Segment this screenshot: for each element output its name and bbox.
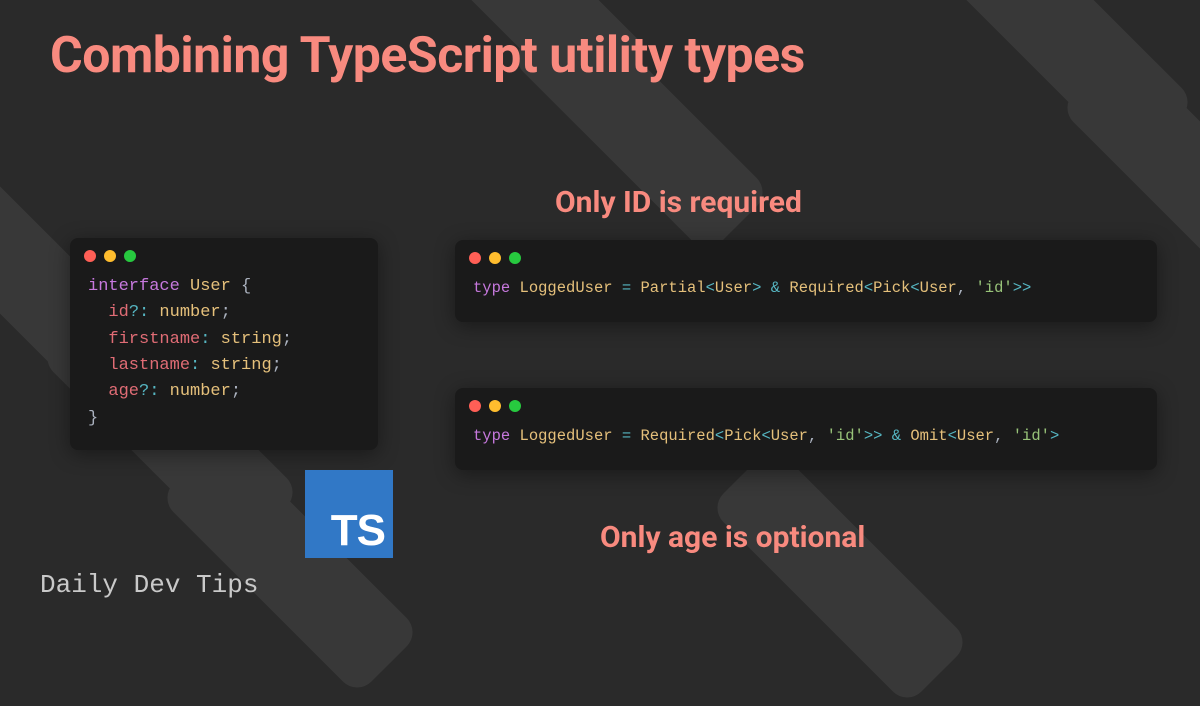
window-controls bbox=[455, 240, 1157, 270]
page-title: Combining TypeScript utility types bbox=[50, 28, 805, 86]
minimize-icon bbox=[104, 250, 116, 262]
maximize-icon bbox=[124, 250, 136, 262]
code-content: type LoggedUser = Required<Pick<User, 'i… bbox=[455, 418, 1157, 470]
close-icon bbox=[469, 400, 481, 412]
minimize-icon bbox=[489, 400, 501, 412]
minimize-icon bbox=[489, 252, 501, 264]
code-block-partial-required: type LoggedUser = Partial<User> & Requir… bbox=[455, 240, 1157, 322]
window-controls bbox=[455, 388, 1157, 418]
close-icon bbox=[84, 250, 96, 262]
code-content: interface User { id?: number; firstname:… bbox=[70, 268, 378, 450]
code-block-interface: interface User { id?: number; firstname:… bbox=[70, 238, 378, 450]
window-controls bbox=[70, 238, 378, 268]
label-only-id-required: Only ID is required bbox=[555, 185, 802, 220]
maximize-icon bbox=[509, 400, 521, 412]
maximize-icon bbox=[509, 252, 521, 264]
code-content: type LoggedUser = Partial<User> & Requir… bbox=[455, 270, 1157, 322]
close-icon bbox=[469, 252, 481, 264]
typescript-logo-icon: TS bbox=[305, 470, 393, 558]
label-only-age-optional: Only age is optional bbox=[600, 520, 865, 555]
code-block-required-omit: type LoggedUser = Required<Pick<User, 'i… bbox=[455, 388, 1157, 470]
footer-brand: Daily Dev Tips bbox=[40, 570, 258, 600]
